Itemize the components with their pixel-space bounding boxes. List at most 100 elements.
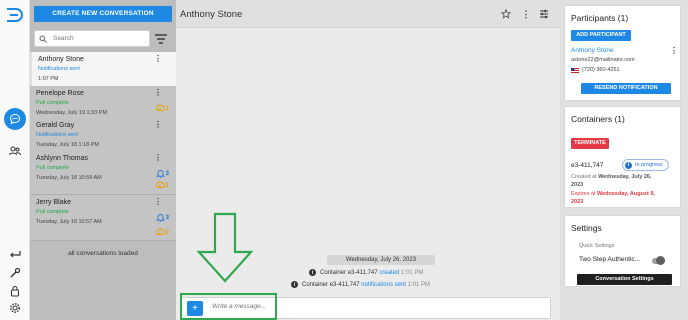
participant-phone: (720) 360-4261 xyxy=(582,67,620,73)
tune-icon[interactable] xyxy=(539,9,549,19)
event-container-id: e3-411,747 xyxy=(347,269,378,276)
more-options-icon[interactable]: ⋮ xyxy=(521,9,531,19)
notification-badge: 3 xyxy=(156,168,169,178)
settings-card: Settings Quick Settings Two Step Authent… xyxy=(564,215,681,287)
event-action: notifications sent xyxy=(361,281,406,288)
app-root: CREATE NEW CONVERSATION Anthony Stone No… xyxy=(0,0,688,320)
filter-icon[interactable] xyxy=(154,32,168,44)
cloud-download-icon xyxy=(156,181,166,188)
pending-count: 1 xyxy=(165,181,169,189)
created-label: Created at xyxy=(571,174,597,180)
cloud-download-icon xyxy=(156,104,166,111)
app-logo[interactable] xyxy=(6,8,24,22)
more-options-icon[interactable]: ⋮ xyxy=(154,89,162,97)
conversation-name: Gerald Gray xyxy=(36,122,75,129)
conversation-list-panel: CREATE NEW CONVERSATION Anthony Stone No… xyxy=(30,0,176,320)
search-input[interactable] xyxy=(53,35,143,42)
create-conversation-button[interactable]: CREATE NEW CONVERSATION xyxy=(34,6,172,22)
participant-email: astone22@mailinator.com xyxy=(571,57,635,63)
info-icon: i xyxy=(291,281,298,288)
terminate-button[interactable]: TERMINATE xyxy=(571,138,609,149)
conversation-name: Anthony Stone xyxy=(38,56,84,63)
more-options-icon[interactable]: ⋮ xyxy=(154,55,162,63)
contacts-icon[interactable] xyxy=(6,142,24,160)
add-participant-button[interactable]: ADD PARTICIPANT xyxy=(571,30,631,41)
conversation-status: Pull complete xyxy=(36,165,70,171)
containers-card: Containers (1) TERMINATE e3-411,747 i In… xyxy=(564,106,681,208)
conversation-time: Tuesday, July 18 10:57 AM xyxy=(36,219,102,225)
container-id: e3-411,747 xyxy=(571,162,604,169)
more-options-icon[interactable]: ⋮ xyxy=(154,154,162,162)
conversation-time: 1:07 PM xyxy=(38,76,59,82)
event-prefix: Container xyxy=(320,269,347,276)
search-box[interactable] xyxy=(34,30,150,47)
conversation-status: Notifications sent xyxy=(36,132,78,138)
pending-count: 2 xyxy=(165,228,169,236)
participant-phone-row: (720) 360-4261 xyxy=(571,67,620,73)
event-container-id: e3-411,747 xyxy=(329,281,360,288)
info-icon: i xyxy=(625,161,632,169)
conversation-item[interactable]: Jerry Blake Pull complete Tuesday, July … xyxy=(30,195,176,241)
chat-header: Anthony Stone ⋮ xyxy=(176,0,560,28)
conversation-time: Wednesday, July 19 1:33 PM xyxy=(36,110,108,116)
expires-row: Expires at Wednesday, August 9, xyxy=(571,191,655,197)
search-icon xyxy=(39,35,47,43)
annotation-arrow-icon xyxy=(196,212,254,283)
conversation-status: Pull complete xyxy=(36,209,70,215)
status-badge: i In progress xyxy=(622,159,669,171)
event-time: 1:01 PM xyxy=(400,269,424,276)
us-flag-icon xyxy=(571,67,579,73)
containers-title: Containers (1) xyxy=(571,114,625,124)
conversation-status: Pull complete xyxy=(36,100,70,106)
info-icon: i xyxy=(309,269,316,276)
conversation-name: Penelope Rose xyxy=(36,90,84,97)
conversation-time: Tuesday, July 18 10:59 AM xyxy=(36,175,102,181)
details-panel: Participants (1) ADD PARTICIPANT Anthony… xyxy=(560,0,688,320)
quick-settings-label: Quick Settings xyxy=(579,243,615,249)
created-date: Wednesday, July 26, xyxy=(598,174,652,180)
event-time: 1:01 PM xyxy=(407,281,431,288)
participants-card: Participants (1) ADD PARTICIPANT Anthony… xyxy=(564,5,681,101)
annotation-highlight-box xyxy=(180,293,277,320)
conversation-name: Jerry Blake xyxy=(36,199,72,206)
chat-nav-icon[interactable] xyxy=(4,108,26,130)
conversation-name: Ashlynn Thomas xyxy=(36,155,89,162)
notification-count: 3 xyxy=(165,213,169,221)
notification-count: 3 xyxy=(165,169,169,177)
conversation-status: Notifications sent xyxy=(38,66,80,72)
list-end-message: all conversations loaded xyxy=(68,250,138,257)
more-options-icon[interactable]: ⋮ xyxy=(670,46,678,55)
conversation-item[interactable]: Ashlynn Thomas Pull complete Tuesday, Ju… xyxy=(30,151,176,195)
chat-title: Anthony Stone xyxy=(180,9,243,20)
notification-badge: 3 xyxy=(156,212,169,222)
bell-icon xyxy=(156,213,166,222)
more-options-icon[interactable]: ⋮ xyxy=(154,198,162,206)
two-step-toggle[interactable] xyxy=(652,256,665,265)
expires-label: Expires at xyxy=(571,191,596,197)
conversation-time: Tuesday, July 18 1:18 PM xyxy=(36,142,99,148)
gear-icon[interactable] xyxy=(6,299,24,317)
container-status: In progress xyxy=(635,162,663,168)
participant-name[interactable]: Anthony Stone xyxy=(571,47,614,54)
left-rail xyxy=(0,0,30,320)
lock-icon[interactable] xyxy=(6,282,24,300)
two-step-label: Two Step Authentic... xyxy=(579,256,641,263)
chat-panel: Anthony Stone ⋮ Wednesday, July 26, 2023… xyxy=(176,0,560,320)
resend-notification-button[interactable]: RESEND NOTIFICATION xyxy=(581,83,671,94)
expires-year: 2023 xyxy=(571,199,584,205)
pending-badge: 2 xyxy=(155,227,169,237)
tools-icon[interactable] xyxy=(6,264,24,282)
date-divider: Wednesday, July 26, 2023 xyxy=(327,255,435,265)
system-event: i Container e3-411,747 created 1:01 PM xyxy=(309,269,423,276)
created-row: Created at Wednesday, July 26, xyxy=(571,174,652,180)
event-action: created xyxy=(379,269,400,276)
cloud-download-icon xyxy=(156,228,166,235)
pending-badge: 1 xyxy=(155,103,169,113)
pending-badge: 1 xyxy=(155,180,169,190)
more-options-icon[interactable]: ⋮ xyxy=(154,121,162,129)
conversation-settings-button[interactable]: Conversation Settings xyxy=(577,274,672,285)
system-event: i Container e3-411,747 notifications sen… xyxy=(291,281,430,288)
return-icon[interactable] xyxy=(6,246,24,264)
star-icon[interactable] xyxy=(501,9,511,19)
created-year: 2023 xyxy=(571,182,584,188)
